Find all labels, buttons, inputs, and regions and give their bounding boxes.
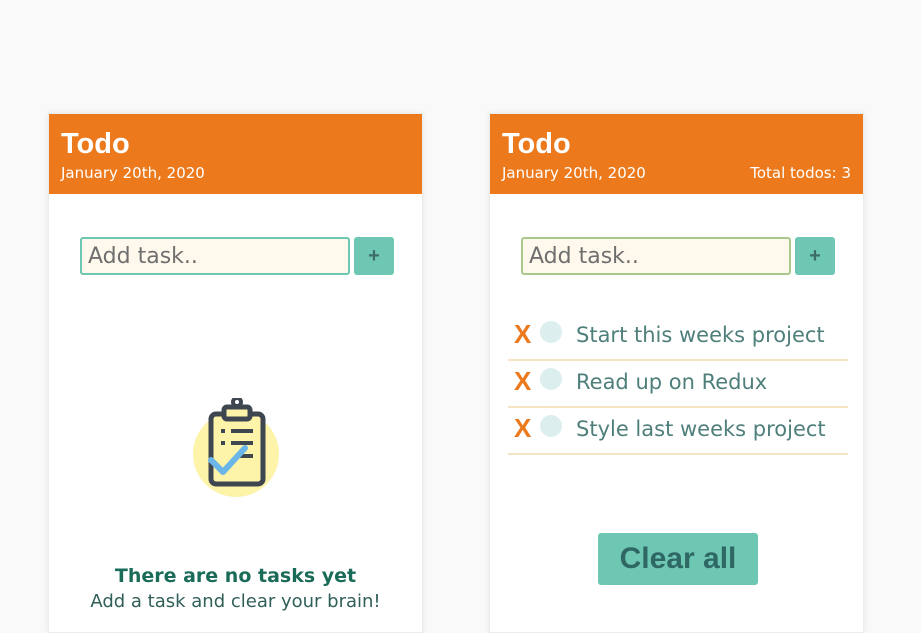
total-todos-count: Total todos: 3 <box>750 164 851 182</box>
empty-state-title: There are no tasks yet <box>114 565 357 587</box>
complete-toggle[interactable] <box>540 368 562 390</box>
todo-item: X Style last weeks project <box>508 409 848 455</box>
card-header: Todo January 20th, 2020 Total todos: 3 <box>490 114 863 194</box>
add-task-input[interactable] <box>80 237 350 275</box>
complete-toggle[interactable] <box>540 415 562 437</box>
card-title: Todo <box>502 128 571 160</box>
todo-text: Read up on Redux <box>576 370 768 394</box>
card-date: January 20th, 2020 <box>61 164 205 182</box>
card-header: Todo January 20th, 2020 <box>49 114 422 194</box>
todo-list: X Start this weeks project X Read up on … <box>508 315 848 456</box>
add-task-input[interactable] <box>521 237 791 275</box>
add-task-button[interactable]: + <box>354 237 394 275</box>
todo-text: Style last weeks project <box>576 417 826 441</box>
clear-all-button[interactable]: Clear all <box>598 533 758 585</box>
todo-card-empty: Todo January 20th, 2020 + There are no t… <box>48 113 423 633</box>
todo-item: X Start this weeks project <box>508 315 848 361</box>
card-date: January 20th, 2020 <box>502 164 646 182</box>
delete-todo-button[interactable]: X <box>514 319 531 350</box>
complete-toggle[interactable] <box>540 321 562 343</box>
todo-text: Start this weeks project <box>576 323 825 347</box>
todo-card-list: Todo January 20th, 2020 Total todos: 3 +… <box>489 113 864 633</box>
todo-item: X Read up on Redux <box>508 362 848 408</box>
clipboard-check-icon <box>193 398 279 497</box>
card-title: Todo <box>61 128 130 160</box>
add-task-button[interactable]: + <box>795 237 835 275</box>
delete-todo-button[interactable]: X <box>514 413 531 444</box>
delete-todo-button[interactable]: X <box>514 366 531 397</box>
